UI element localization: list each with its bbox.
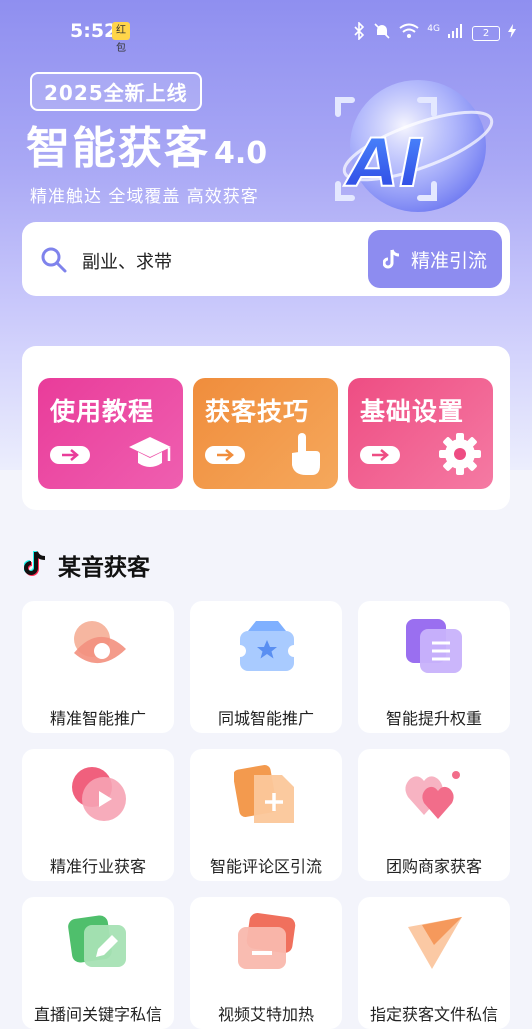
- hearts-icon: [402, 761, 468, 827]
- battery-indicator: 2: [472, 25, 500, 41]
- precise-traffic-button[interactable]: 精准引流: [368, 230, 502, 288]
- arrow-right-icon: [205, 446, 245, 464]
- douyin-logo-icon: [23, 549, 50, 581]
- quick-actions-panel: 使用教程 获客技巧 基础设置: [22, 346, 510, 510]
- status-time: 5:52: [70, 20, 118, 42]
- play-icon: [66, 761, 132, 827]
- douyin-logo-icon: [382, 248, 403, 270]
- ai-orb-text: AI: [343, 125, 424, 202]
- minus-card-icon: [234, 909, 300, 975]
- feature-tile[interactable]: 智能评论区引流: [190, 749, 342, 881]
- feature-label: 指定获客文件私信: [369, 1005, 498, 1024]
- feature-label: 直播间关键字私信: [33, 1005, 162, 1024]
- signal-icon: [448, 24, 464, 42]
- hero-title: 智能获客 4.0: [26, 112, 267, 176]
- section-title: 某音获客: [58, 555, 150, 581]
- file-plus-icon: [233, 761, 300, 827]
- edit-pen-icon: [66, 909, 132, 975]
- hero-subtitle: 精准触达 全域覆盖 高效获客: [30, 187, 259, 207]
- basic-settings-label: 基础设置: [360, 397, 465, 426]
- network-type: 4G: [427, 24, 440, 34]
- hero-title-text: 智能获客: [26, 123, 210, 174]
- search-icon: [40, 246, 68, 274]
- feature-label: 智能评论区引流: [209, 857, 322, 876]
- mute-bell-icon: [373, 22, 391, 44]
- feature-label: 视频艾特加热: [217, 1005, 314, 1024]
- charging-icon: [508, 24, 516, 42]
- feature-tile[interactable]: 指定获客文件私信: [358, 897, 510, 1029]
- status-icons: 4G 2: [353, 21, 516, 44]
- arrow-right-icon: [360, 446, 400, 464]
- graduation-cap-icon: [127, 431, 173, 477]
- acquisition-tips-label: 获客技巧: [205, 397, 310, 426]
- eye-icon: [66, 613, 132, 679]
- notification-app-icon: 红包: [112, 22, 130, 54]
- feature-tile[interactable]: 同城智能推广: [190, 601, 342, 733]
- ticket-star-icon: [234, 613, 300, 679]
- launch-badge: 2025全新上线: [30, 72, 202, 111]
- feature-label: 精准行业获客: [49, 857, 146, 876]
- arrow-right-icon: [50, 446, 90, 464]
- section-header: 某音获客: [23, 548, 150, 582]
- feature-tile[interactable]: 精准行业获客: [22, 749, 174, 881]
- tutorial-card-label: 使用教程: [50, 397, 155, 426]
- feature-tile[interactable]: 团购商家获客: [358, 749, 510, 881]
- feature-tile[interactable]: 智能提升权重: [358, 601, 510, 733]
- feature-tile[interactable]: 精准智能推广: [22, 601, 174, 733]
- precise-traffic-label: 精准引流: [410, 249, 487, 272]
- hero-version: 4.0: [214, 136, 268, 171]
- status-bar: 5:52 红包 4G 2: [0, 0, 532, 60]
- acquisition-tips-card[interactable]: 获客技巧: [193, 378, 338, 489]
- feature-label: 同城智能推广: [217, 709, 314, 728]
- gear-icon: [437, 431, 483, 477]
- ai-orb-illustration: AI: [318, 64, 498, 224]
- search-input[interactable]: 副业、求带: [82, 248, 172, 274]
- send-icon: [402, 909, 468, 975]
- feature-tile[interactable]: 直播间关键字私信: [22, 897, 174, 1029]
- bluetooth-icon: [353, 21, 365, 44]
- pointer-hand-icon: [282, 431, 328, 477]
- basic-settings-card[interactable]: 基础设置: [348, 378, 493, 489]
- search-box[interactable]: 副业、求带 精准引流: [22, 222, 510, 296]
- feature-label: 智能提升权重: [385, 709, 482, 728]
- feature-label: 团购商家获客: [385, 857, 482, 876]
- wifi-icon: [399, 23, 419, 43]
- tutorial-card[interactable]: 使用教程: [38, 378, 183, 489]
- document-list-icon: [402, 613, 468, 679]
- feature-label: 精准智能推广: [49, 709, 146, 728]
- feature-tile[interactable]: 视频艾特加热: [190, 897, 342, 1029]
